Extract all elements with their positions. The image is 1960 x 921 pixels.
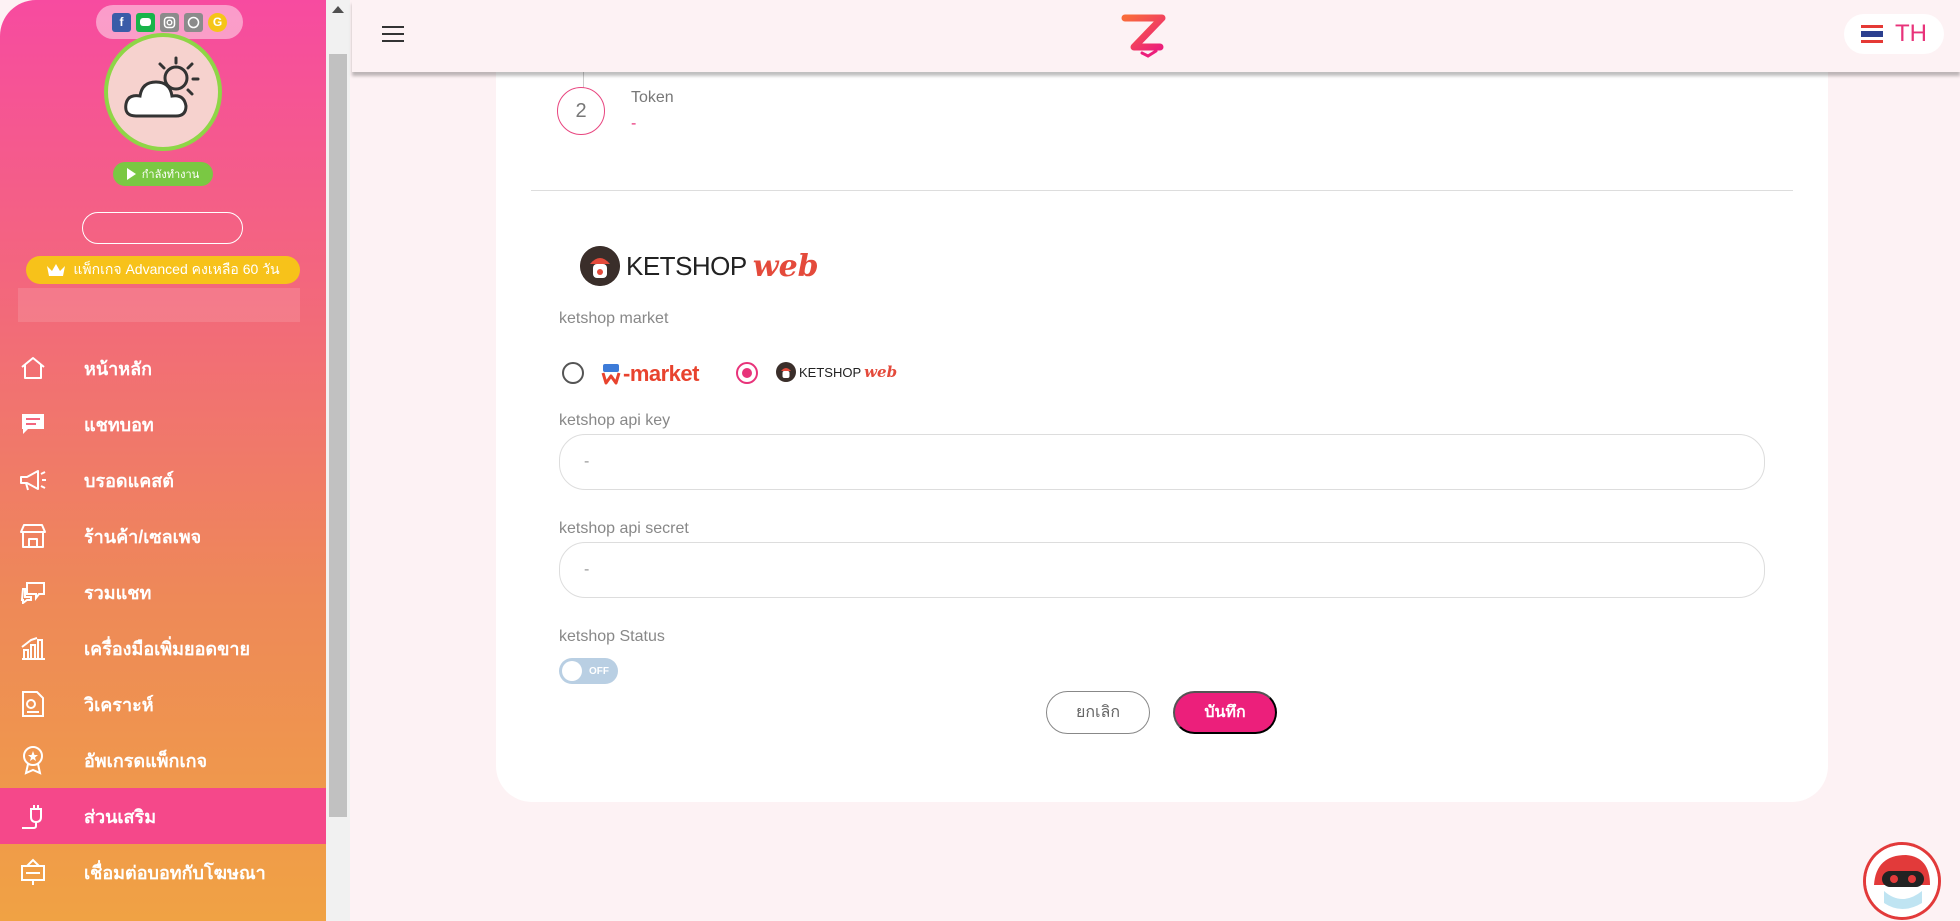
sidebar: f G กำลังทำงาน แพ็กเกจ Advanced คงเหลือ … <box>0 0 326 921</box>
sidebar-item-label: เครื่องมือเพิ่มยอดขาย <box>84 638 251 659</box>
sidebar-item-sales-tools[interactable]: เครื่องมือเพิ่มยอดขาย <box>0 620 326 676</box>
facebook-icon[interactable]: f <box>112 12 131 32</box>
badge-icon <box>18 745 48 775</box>
sidebar-item-label: ส่วนเสริม <box>84 806 157 827</box>
sidebar-item-analytics[interactable]: วิเคราะห์ <box>0 676 326 732</box>
sidebar-item-store[interactable]: ร้านค้า/เซลเพจ <box>0 508 326 564</box>
sidebar-item-label: แชทบอท <box>84 414 154 435</box>
market-radio-ketshop[interactable] <box>736 362 758 384</box>
section-divider <box>531 190 1793 191</box>
sidebar-item-label: หน้าหลัก <box>84 358 153 379</box>
toggle-text: OFF <box>589 665 609 677</box>
sidebar-item-broadcast[interactable]: บรอดแคสต์ <box>0 452 326 508</box>
sidebar-item-ad-connect[interactable]: เชื่อมต่อบอทกับโฆษณา <box>0 844 326 900</box>
package-badge[interactable]: แพ็กเกจ Advanced คงเหลือ 60 วัน <box>26 256 300 284</box>
api-key-label: ketshop api key <box>559 412 671 429</box>
ketshop-option-text: KETSHOP <box>799 364 862 380</box>
scroll-up-arrow-icon[interactable] <box>332 6 344 13</box>
integration-card <box>496 40 1828 802</box>
wmarket-logo[interactable]: -market <box>601 361 699 387</box>
wmarket-icon <box>601 364 621 385</box>
package-label: แพ็กเกจ Advanced คงเหลือ 60 วัน <box>73 261 280 277</box>
cancel-button[interactable]: ยกเลิก <box>1046 691 1150 734</box>
sidebar-scrollbar[interactable] <box>326 0 350 921</box>
instagram-icon[interactable] <box>160 12 179 32</box>
save-button[interactable]: บันทึก <box>1173 691 1277 734</box>
language-selector[interactable]: TH <box>1844 14 1944 54</box>
sidebar-item-label: เชื่อมต่อบอทกับโฆษณา <box>84 862 266 883</box>
sidebar-info-bar <box>18 288 300 322</box>
toggle-knob <box>562 661 582 681</box>
weather-cloud-icon <box>124 56 200 118</box>
ketshop-logo: KETSHOP web <box>580 246 819 286</box>
line-icon[interactable] <box>136 12 155 32</box>
shop-name-box <box>82 212 243 244</box>
ketshop-web-option-logo[interactable]: KETSHOP web <box>776 362 897 382</box>
step-number: 2 <box>557 87 605 135</box>
sidebar-item-label: วิเคราะห์ <box>84 694 154 715</box>
megaphone-icon <box>18 465 48 495</box>
ketshop-mascot-icon <box>580 246 620 286</box>
sidebar-item-all-chats[interactable]: รวมแชท <box>0 564 326 620</box>
api-secret-input[interactable]: - <box>559 542 1765 598</box>
ketshop-logo-web: web <box>752 248 819 284</box>
sidebar-menu: หน้าหลัก แชทบอท บรอดแคสต์ ร้านค้า/เซลเพจ… <box>0 340 326 900</box>
sidebar-item-label: อัพเกรดแพ็กเกจ <box>84 750 208 771</box>
market-radio-wmarket[interactable] <box>562 362 584 384</box>
token-value: - <box>631 115 637 132</box>
chats-icon <box>18 577 48 607</box>
ketshop-option-web: web <box>864 363 898 381</box>
thai-flag-icon <box>1861 25 1883 43</box>
sidebar-item-home[interactable]: หน้าหลัก <box>0 340 326 396</box>
plug-icon <box>18 801 48 831</box>
status-label: กำลังทำงาน <box>141 169 200 181</box>
market-label: ketshop market <box>559 310 669 327</box>
step-title: Token <box>631 89 674 106</box>
sidebar-item-addons[interactable]: ส่วนเสริม <box>0 788 326 844</box>
api-key-input[interactable]: - <box>559 434 1765 490</box>
store-icon <box>18 521 48 551</box>
scroll-thumb[interactable] <box>329 54 347 817</box>
avatar[interactable] <box>104 33 222 151</box>
app-logo[interactable] <box>1120 14 1168 60</box>
top-header: TH <box>352 0 1960 72</box>
chatbot-assistant-icon[interactable] <box>1866 845 1938 917</box>
sidebar-item-label: รวมแชท <box>84 582 152 603</box>
ketshop-logo-text: KETSHOP <box>626 250 747 281</box>
step-connector <box>583 70 584 88</box>
sidebar-item-label: บรอดแคสต์ <box>84 470 174 491</box>
google-icon[interactable]: G <box>208 12 227 32</box>
whatsapp-icon[interactable] <box>184 12 203 32</box>
sidebar-item-chatbot[interactable]: แชทบอท <box>0 396 326 452</box>
status-label: ketshop Status <box>559 628 665 645</box>
ketshop-mascot-small-icon <box>776 362 796 382</box>
sidebar-item-upgrade[interactable]: อัพเกรดแพ็กเกจ <box>0 732 326 788</box>
chat-icon <box>18 409 48 439</box>
language-label: TH <box>1895 20 1927 47</box>
analytics-icon <box>18 689 48 719</box>
crown-icon <box>47 263 66 276</box>
hamburger-menu-icon[interactable] <box>382 26 404 42</box>
wmarket-name: -market <box>623 361 699 386</box>
status-toggle[interactable]: OFF <box>559 658 618 684</box>
ad-connect-icon <box>18 857 48 887</box>
sales-chart-icon <box>18 633 48 663</box>
api-secret-label: ketshop api secret <box>559 520 689 537</box>
sidebar-item-label: ร้านค้า/เซลเพจ <box>84 526 202 547</box>
api-key-value: - <box>584 453 590 470</box>
api-secret-value: - <box>584 561 590 578</box>
status-badge[interactable]: กำลังทำงาน <box>113 162 213 186</box>
play-icon <box>126 168 136 180</box>
home-icon <box>18 353 48 383</box>
